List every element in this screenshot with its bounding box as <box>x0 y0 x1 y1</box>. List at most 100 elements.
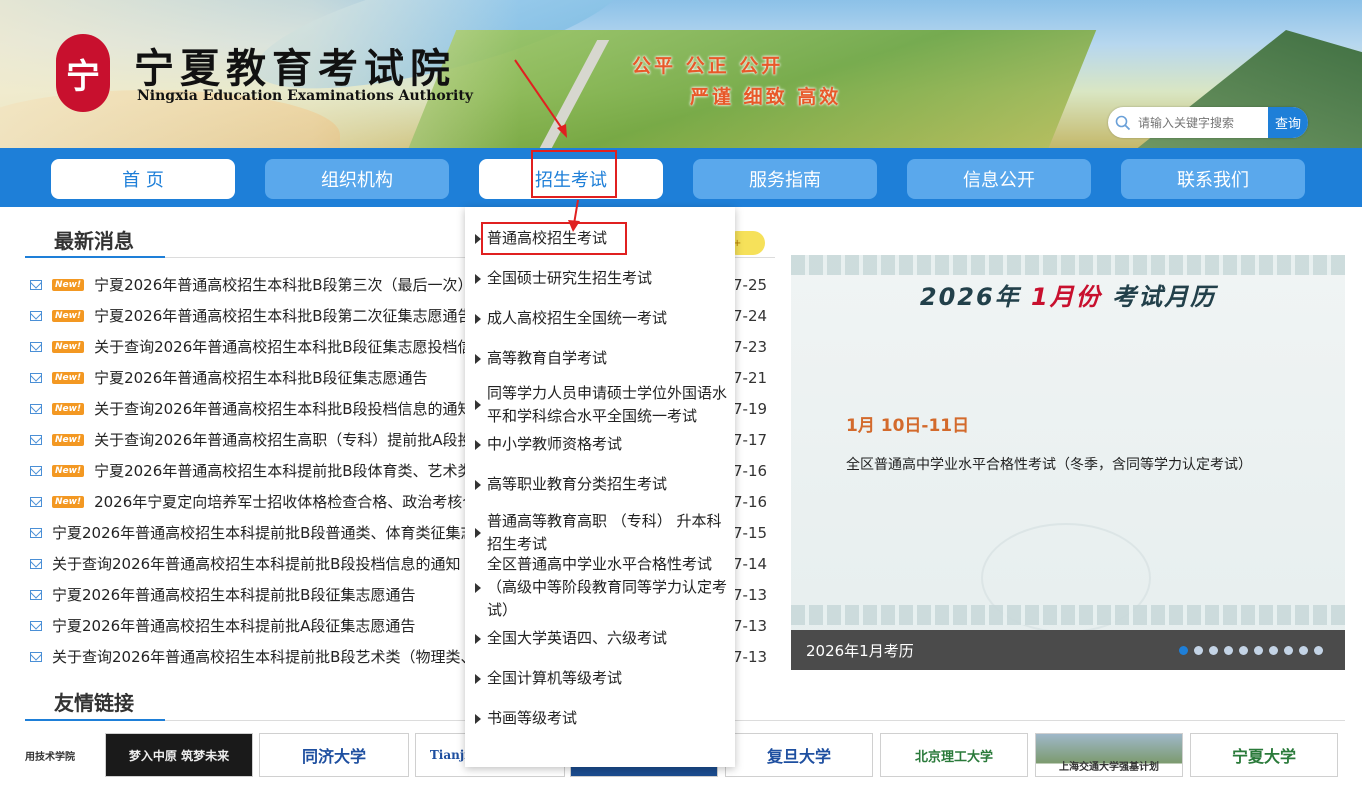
dropdown-item-9[interactable]: 全国大学英语四、六级考试 <box>475 627 731 650</box>
calendar-caption: 2026年1月考历 <box>806 642 914 660</box>
dropdown-item-label: 高等职业教育分类招生考试 <box>487 475 668 493</box>
slide-dot[interactable] <box>1314 646 1323 655</box>
mail-icon <box>30 279 42 290</box>
calendar-title-year: 2026年 <box>919 283 1021 311</box>
nav-organization[interactable]: 组织机构 <box>265 159 449 199</box>
dropdown-item-label: 同等学力人员申请硕士学位外国语水平和学科综合水平全国统一考试 <box>487 384 728 425</box>
mail-icon <box>30 589 42 600</box>
links-heading: 友情链接 <box>54 691 134 715</box>
main-nav: 首 页 组织机构 招生考试 服务指南 信息公开 联系我们 <box>0 148 1362 207</box>
dropdown-item-label: 全国计算机等级考试 <box>487 669 623 687</box>
admission-exams-dropdown: 普通高校招生考试 全国硕士研究生招生考试 成人高校招生全国统一考试 高等教育自学考试同… <box>465 207 735 767</box>
new-badge: New! <box>52 464 85 477</box>
partner-logo-tongji[interactable]: 同济大学 <box>259 733 409 777</box>
slide-dot[interactable] <box>1239 646 1248 655</box>
mail-icon <box>30 496 42 507</box>
dropdown-item-11[interactable]: 书画等级考试 <box>475 707 731 730</box>
new-badge: New! <box>52 402 85 415</box>
calendar-title-rest: 考试月历 <box>1112 283 1217 311</box>
nav-contact[interactable]: 联系我们 <box>1121 159 1305 199</box>
slide-dot[interactable] <box>1224 646 1233 655</box>
dropdown-item-1[interactable]: 全国硕士研究生招生考试 <box>475 267 731 290</box>
dropdown-item-label: 全国大学英语四、六级考试 <box>487 629 668 647</box>
new-badge: New! <box>52 433 85 446</box>
mail-icon <box>30 310 42 321</box>
dropdown-item-label: 全国硕士研究生招生考试 <box>487 269 653 287</box>
dropdown-item-label: 中小学教师资格考试 <box>487 435 623 453</box>
highlight-box-dropdown-item <box>481 222 627 255</box>
calendar-event-date: 1月 10日-11日 <box>846 416 970 436</box>
nav-info-disclosure[interactable]: 信息公开 <box>907 159 1091 199</box>
search-input[interactable] <box>1138 107 1270 138</box>
dropdown-item-8[interactable]: 全区普通高中学业水平合格性考试（高级中等阶段教育同等学力认定考试） <box>475 553 731 622</box>
partner-logo-bit[interactable]: 北京理工大学 <box>880 733 1028 777</box>
triangle-right-icon <box>475 353 481 364</box>
search-box: 查询 <box>1108 107 1308 138</box>
slide-dot[interactable] <box>1254 646 1263 655</box>
partner-logo-henan[interactable]: 梦入中原 筑梦未来 <box>105 733 253 777</box>
nav-service-guide[interactable]: 服务指南 <box>693 159 877 199</box>
mail-icon <box>30 434 42 445</box>
new-badge: New! <box>52 340 85 353</box>
calendar-bottom-border <box>791 605 1345 625</box>
slogan-line-1: 公平 公正 公开 <box>632 55 784 77</box>
dropdown-item-5[interactable]: 中小学教师资格考试 <box>475 433 731 456</box>
dropdown-item-3[interactable]: 高等教育自学考试 <box>475 347 731 370</box>
triangle-right-icon <box>475 313 481 324</box>
slide-dot[interactable] <box>1194 646 1203 655</box>
new-badge: New! <box>52 371 85 384</box>
news-item-date: 7-23 <box>733 337 768 356</box>
mail-icon <box>30 651 42 662</box>
triangle-right-icon <box>475 713 481 724</box>
search-icon <box>1108 115 1138 131</box>
mail-icon <box>30 620 42 631</box>
dropdown-item-6[interactable]: 高等职业教育分类招生考试 <box>475 473 731 496</box>
partner-logo-nxu[interactable]: 宁夏大学 <box>1190 733 1338 777</box>
header-banner: 宁 宁夏教育考试院 Ningxia Education Examinations… <box>0 0 1362 148</box>
news-item-date: 7-24 <box>733 306 768 325</box>
calendar-top-border <box>791 255 1345 275</box>
new-badge: New! <box>52 495 85 508</box>
dropdown-item-4[interactable]: 同等学力人员申请硕士学位外国语水平和学科综合水平全国统一考试 <box>475 382 731 428</box>
exam-calendar-slide[interactable]: 2026年 1月份 考试月历 1月 10日-11日 全区普通高中学业水平合格性考… <box>791 255 1345 670</box>
partner-logo-applied-tech[interactable]: 用技术学院 <box>25 733 101 777</box>
new-badge: New! <box>52 309 85 322</box>
news-item-date: 7-17 <box>733 430 768 449</box>
slide-dot[interactable] <box>1299 646 1308 655</box>
news-item-date: 7-19 <box>733 399 768 418</box>
dropdown-item-7[interactable]: 普通高等教育高职 （专科） 升本科招生考试 <box>475 510 731 556</box>
slogan-line-2: 严谨 细致 高效 <box>690 86 842 108</box>
mail-icon <box>30 341 42 352</box>
news-item-date: 7-13 <box>733 647 768 666</box>
slide-dot[interactable] <box>1269 646 1278 655</box>
triangle-right-icon <box>475 439 481 450</box>
mail-icon <box>30 558 42 569</box>
triangle-right-icon <box>475 528 481 538</box>
calendar-title: 2026年 1月份 考试月历 <box>791 277 1345 312</box>
site-logo[interactable]: 宁 <box>56 34 110 112</box>
mail-icon <box>30 465 42 476</box>
triangle-right-icon <box>475 479 481 490</box>
slide-dot[interactable] <box>1284 646 1293 655</box>
nav-home[interactable]: 首 页 <box>51 159 235 199</box>
site-subtitle: Ningxia Education Examinations Authority <box>137 88 473 104</box>
slide-dot[interactable] <box>1209 646 1218 655</box>
slide-dot[interactable] <box>1179 646 1188 655</box>
calendar-caption-bar: 2026年1月考历 <box>791 630 1345 670</box>
slide-pagination <box>1179 646 1323 655</box>
partner-logo-fudan[interactable]: 复旦大学 <box>725 733 873 777</box>
new-badge: New! <box>52 278 85 291</box>
dropdown-item-10[interactable]: 全国计算机等级考试 <box>475 667 731 690</box>
news-item-date: 7-13 <box>733 616 768 635</box>
links-heading-rule <box>165 720 1345 721</box>
search-button[interactable]: 查询 <box>1268 107 1308 138</box>
dropdown-item-2[interactable]: 成人高校招生全国统一考试 <box>475 307 731 330</box>
links-heading-underline <box>25 719 165 721</box>
news-item-date: 7-14 <box>733 554 768 573</box>
dropdown-item-label: 书画等级考试 <box>487 709 578 727</box>
highlight-box-nav <box>531 150 617 198</box>
page: 宁 宁夏教育考试院 Ningxia Education Examinations… <box>0 0 1362 791</box>
mail-icon <box>30 372 42 383</box>
triangle-right-icon <box>475 400 481 410</box>
partner-logo-sjtu[interactable]: 上海交通大学强基计划 <box>1035 733 1183 777</box>
